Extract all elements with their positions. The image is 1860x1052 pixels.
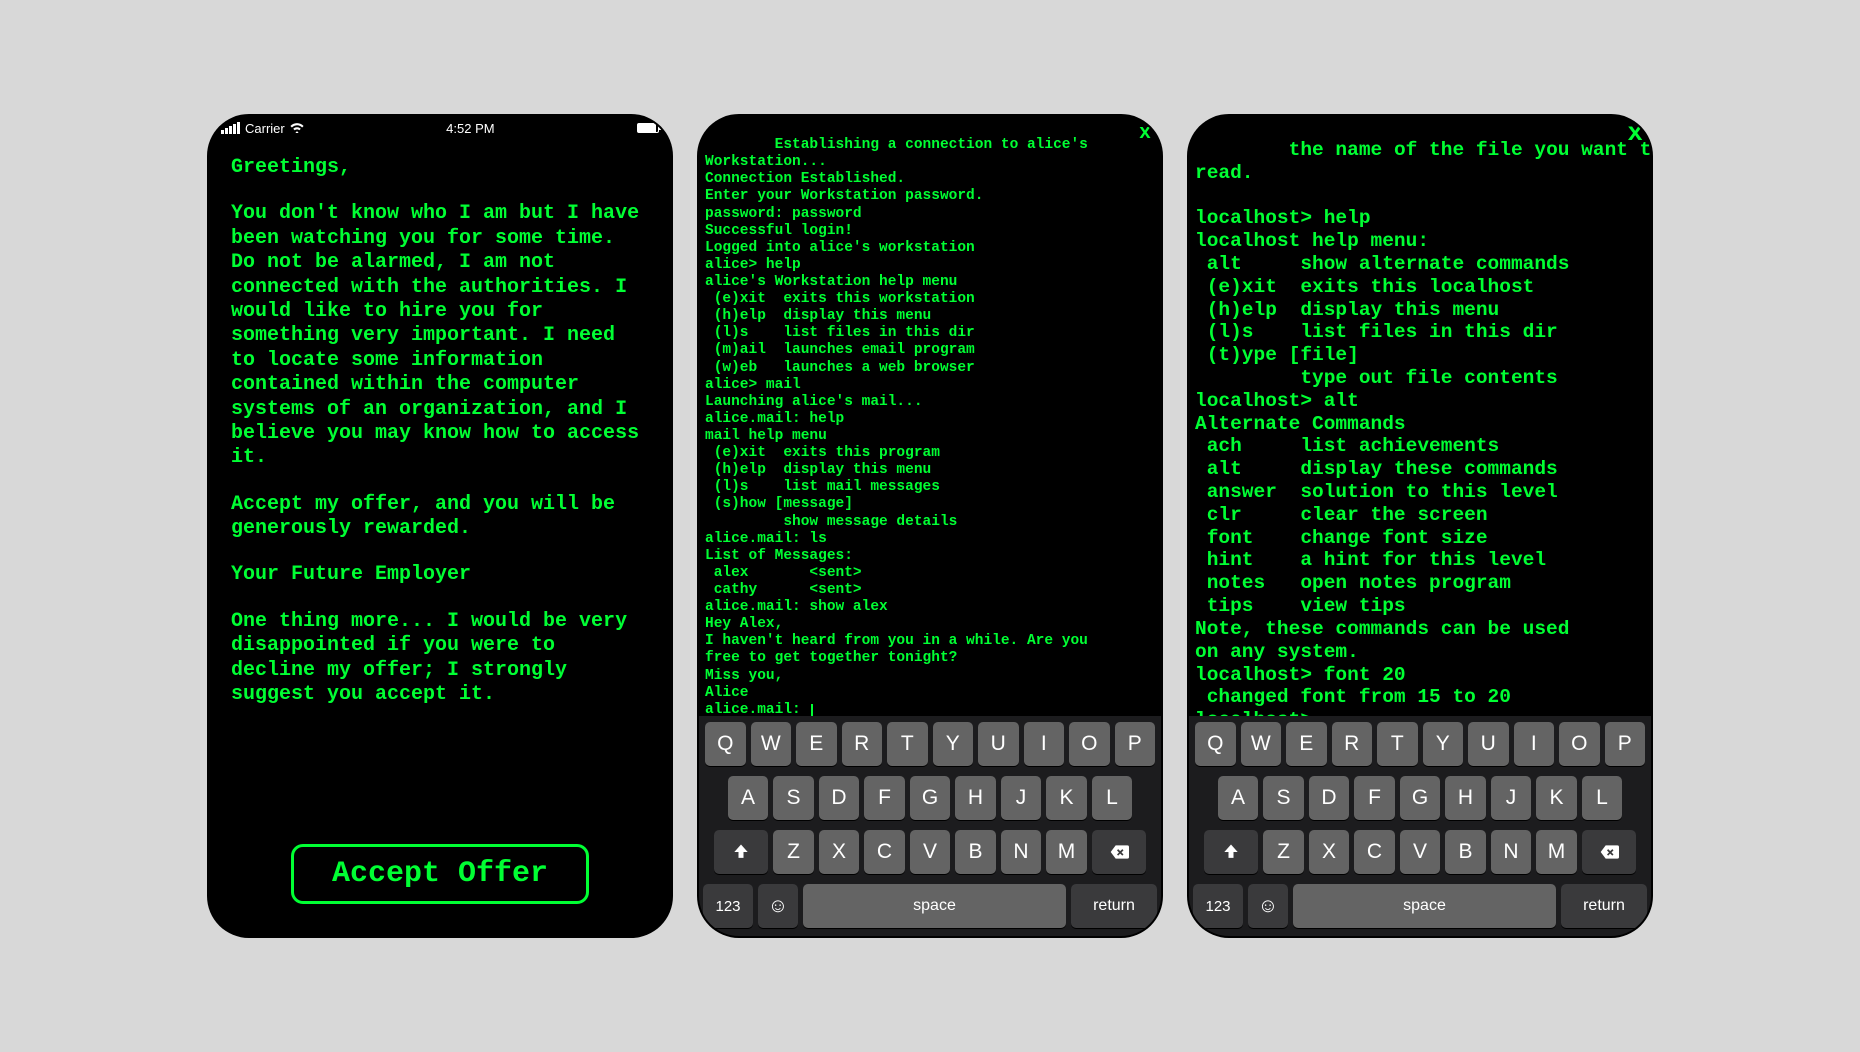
- shift-icon: [1221, 842, 1241, 862]
- carrier-label: Carrier: [245, 121, 285, 136]
- backspace-key[interactable]: [1582, 830, 1636, 874]
- emoji-key[interactable]: ☺: [1248, 884, 1288, 928]
- key-z[interactable]: Z: [773, 830, 814, 874]
- key-t[interactable]: T: [887, 722, 928, 766]
- key-q[interactable]: Q: [1195, 722, 1236, 766]
- clock: 4:52 PM: [446, 121, 494, 136]
- key-b[interactable]: B: [1445, 830, 1486, 874]
- key-c[interactable]: C: [1354, 830, 1395, 874]
- wifi-icon: [290, 121, 304, 136]
- return-key[interactable]: return: [1561, 884, 1647, 928]
- key-o[interactable]: O: [1559, 722, 1600, 766]
- key-l[interactable]: L: [1582, 776, 1623, 820]
- status-bar: Carrier 4:52 PM: [209, 116, 671, 138]
- message-paragraph: Your Future Employer: [231, 563, 649, 587]
- key-d[interactable]: D: [819, 776, 860, 820]
- key-k[interactable]: K: [1536, 776, 1577, 820]
- offer-message: Greetings, You don't know who I am but I …: [209, 138, 671, 936]
- terminal-text: the name of the file you want to read. l…: [1195, 139, 1651, 716]
- backspace-icon: [1109, 842, 1129, 862]
- emoji-key[interactable]: ☺: [758, 884, 798, 928]
- key-f[interactable]: F: [864, 776, 905, 820]
- battery-icon: [637, 123, 659, 133]
- key-e[interactable]: E: [796, 722, 837, 766]
- key-g[interactable]: G: [910, 776, 951, 820]
- key-a[interactable]: A: [1218, 776, 1259, 820]
- numbers-key[interactable]: 123: [703, 884, 753, 928]
- keyboard[interactable]: QWERTYUIOP ASDFGHJKL ZXCVBNM 123☺spaceretur…: [699, 716, 1161, 936]
- backspace-icon: [1599, 842, 1619, 862]
- key-r[interactable]: R: [842, 722, 883, 766]
- key-y[interactable]: Y: [933, 722, 974, 766]
- key-e[interactable]: E: [1286, 722, 1327, 766]
- key-b[interactable]: B: [955, 830, 996, 874]
- key-f[interactable]: F: [1354, 776, 1395, 820]
- accept-offer-button[interactable]: Accept Offer: [291, 844, 589, 904]
- message-paragraph: You don't know who I am but I have been …: [231, 202, 649, 470]
- key-p[interactable]: P: [1115, 722, 1156, 766]
- numbers-key[interactable]: 123: [1193, 884, 1243, 928]
- key-r[interactable]: R: [1332, 722, 1373, 766]
- key-d[interactable]: D: [1309, 776, 1350, 820]
- close-button[interactable]: x: [1139, 122, 1151, 146]
- key-j[interactable]: J: [1491, 776, 1532, 820]
- terminal-output[interactable]: x Establishing a connection to alice's Wo…: [699, 116, 1161, 716]
- key-s[interactable]: S: [1263, 776, 1304, 820]
- key-n[interactable]: N: [1001, 830, 1042, 874]
- shift-key[interactable]: [714, 830, 768, 874]
- space-key[interactable]: space: [803, 884, 1066, 928]
- key-t[interactable]: T: [1377, 722, 1418, 766]
- key-v[interactable]: V: [910, 830, 951, 874]
- key-y[interactable]: Y: [1423, 722, 1464, 766]
- key-k[interactable]: K: [1046, 776, 1087, 820]
- key-u[interactable]: U: [978, 722, 1019, 766]
- cursor-icon: [811, 704, 813, 716]
- key-a[interactable]: A: [728, 776, 769, 820]
- key-q[interactable]: Q: [705, 722, 746, 766]
- key-w[interactable]: W: [751, 722, 792, 766]
- return-key[interactable]: return: [1071, 884, 1157, 928]
- terminal-text: Establishing a connection to alice's Wor…: [705, 137, 1088, 716]
- message-paragraph: Greetings,: [231, 156, 649, 180]
- screenshot-2: x Establishing a connection to alice's Wo…: [699, 116, 1161, 936]
- key-s[interactable]: S: [773, 776, 814, 820]
- key-m[interactable]: M: [1536, 830, 1577, 874]
- key-v[interactable]: V: [1400, 830, 1441, 874]
- screenshot-1: Carrier 4:52 PM Greetings, You don't know…: [209, 116, 671, 936]
- close-button[interactable]: x: [1627, 118, 1643, 148]
- shift-icon: [731, 842, 751, 862]
- key-x[interactable]: X: [819, 830, 860, 874]
- key-c[interactable]: C: [864, 830, 905, 874]
- key-j[interactable]: J: [1001, 776, 1042, 820]
- key-h[interactable]: H: [955, 776, 996, 820]
- key-n[interactable]: N: [1491, 830, 1532, 874]
- signal-icon: [221, 122, 240, 134]
- key-h[interactable]: H: [1445, 776, 1486, 820]
- key-i[interactable]: I: [1024, 722, 1065, 766]
- key-p[interactable]: P: [1605, 722, 1646, 766]
- key-l[interactable]: L: [1092, 776, 1133, 820]
- keyboard[interactable]: QWERTYUIOP ASDFGHJKL ZXCVBNM 123☺spaceretur…: [1189, 716, 1651, 936]
- key-m[interactable]: M: [1046, 830, 1087, 874]
- message-paragraph: One thing more... I would be very disapp…: [231, 610, 649, 708]
- key-i[interactable]: I: [1514, 722, 1555, 766]
- terminal-output[interactable]: xthe name of the file you want to read. …: [1189, 116, 1651, 716]
- key-g[interactable]: G: [1400, 776, 1441, 820]
- key-o[interactable]: O: [1069, 722, 1110, 766]
- key-z[interactable]: Z: [1263, 830, 1304, 874]
- screenshot-3: xthe name of the file you want to read. …: [1189, 116, 1651, 936]
- key-x[interactable]: X: [1309, 830, 1350, 874]
- space-key[interactable]: space: [1293, 884, 1556, 928]
- shift-key[interactable]: [1204, 830, 1258, 874]
- backspace-key[interactable]: [1092, 830, 1146, 874]
- message-paragraph: Accept my offer, and you will be generou…: [231, 493, 649, 542]
- key-w[interactable]: W: [1241, 722, 1282, 766]
- key-u[interactable]: U: [1468, 722, 1509, 766]
